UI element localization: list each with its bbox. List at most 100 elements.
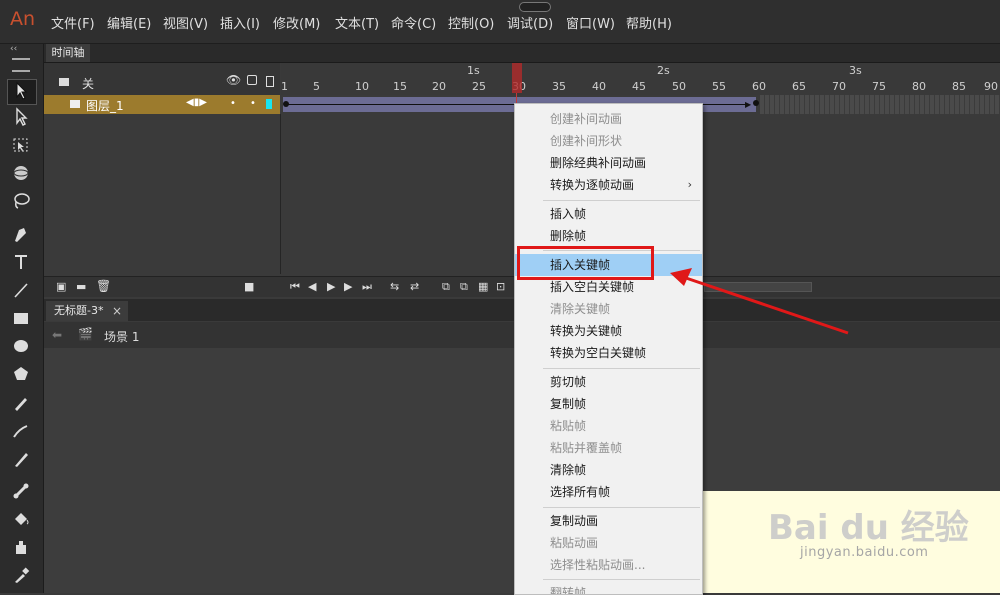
frame-ruler[interactable]: 1s 2s 3s 1 5 10 15 20 25 30 35 40 45 50 …: [281, 63, 1000, 95]
layer-lock-dot-icon[interactable]: •: [250, 98, 256, 109]
menu-item-remove-classic-tween[interactable]: 删除经典补间动画: [515, 152, 702, 174]
onion-skin-icon[interactable]: ⧉: [442, 280, 450, 294]
ruler-number: 10: [355, 80, 369, 93]
menu-item-insert-frame[interactable]: 插入帧: [515, 203, 702, 225]
selection-tool-icon[interactable]: [8, 80, 34, 102]
menu-text[interactable]: 文本(T): [335, 13, 379, 32]
back-arrow-icon[interactable]: ⬅: [52, 328, 62, 342]
watermark-url: jingyan.baidu.com: [800, 545, 929, 560]
eyedropper-tool-icon[interactable]: [8, 564, 34, 586]
outline-all-icon[interactable]: [266, 76, 274, 87]
ruler-second: 1s: [467, 64, 480, 77]
submenu-chevron-icon: ›: [687, 178, 692, 191]
layer-color-swatch[interactable]: [266, 99, 272, 109]
step-back-icon[interactable]: ◀: [308, 280, 316, 293]
menu-item-paste-frames[interactable]: 粘贴帧: [515, 415, 702, 437]
layer-name[interactable]: 图层_1: [86, 97, 124, 114]
onion-outline-icon[interactable]: ⧉: [460, 280, 468, 294]
empty-frames[interactable]: [760, 95, 1000, 114]
menu-item-convert-to-frame-by-frame[interactable]: 转换为逐帧动画: [515, 174, 702, 196]
collapse-panel-icon[interactable]: ‹‹: [10, 44, 17, 54]
ruler-number: 65: [792, 80, 806, 93]
pencil-tool-icon[interactable]: [8, 392, 34, 414]
timeline-zoom-slider[interactable]: [704, 282, 812, 292]
first-frame-icon[interactable]: ⏮: [290, 280, 300, 294]
panel-menu-icon[interactable]: [12, 58, 30, 72]
menu-control[interactable]: 控制(O): [448, 13, 494, 32]
free-transform-tool-icon[interactable]: [8, 134, 34, 156]
line-tool-icon[interactable]: [8, 279, 34, 301]
menu-insert[interactable]: 插入(I): [220, 13, 260, 32]
ruler-number: 45: [632, 80, 646, 93]
menu-help[interactable]: 帮助(H): [626, 13, 672, 32]
menu-debug[interactable]: 调试(D): [507, 13, 553, 32]
frame-context-menu: 创建补间动画 创建补间形状 删除经典补间动画 转换为逐帧动画 › 插入帧 删除帧…: [514, 103, 703, 595]
menu-window[interactable]: 窗口(W): [566, 13, 615, 32]
delete-layer-icon[interactable]: 🗑: [96, 279, 111, 293]
new-folder-icon[interactable]: ▬: [76, 280, 86, 293]
timeline-tab[interactable]: 时间轴: [46, 44, 90, 62]
layer-keyframe-nav-icon[interactable]: ◀▮▶: [186, 97, 207, 108]
ruler-number: 70: [832, 80, 846, 93]
menu-item-clear-frames[interactable]: 清除帧: [515, 459, 702, 481]
layer-visible-dot-icon[interactable]: •: [230, 98, 236, 109]
menu-item-reverse-frames[interactable]: 翻转帧: [515, 582, 702, 594]
menu-item-convert-to-blank-keyframes[interactable]: 转换为空白关键帧: [515, 342, 702, 364]
subselection-tool-icon[interactable]: [8, 106, 34, 128]
menu-item-cut-frames[interactable]: 剪切帧: [515, 371, 702, 393]
end-keyframe-dot[interactable]: [753, 100, 759, 106]
menu-item-remove-frames[interactable]: 删除帧: [515, 225, 702, 247]
play-icon[interactable]: ▶: [327, 280, 335, 293]
paint-brush-tool-icon[interactable]: [8, 420, 34, 442]
menu-item-convert-to-keyframes[interactable]: 转换为关键帧: [515, 320, 702, 342]
paint-bucket-tool-icon[interactable]: [8, 508, 34, 530]
document-tab[interactable]: 无标题-3* ×: [46, 301, 128, 321]
menu-separator: [543, 200, 700, 201]
lock-all-icon[interactable]: [247, 75, 257, 85]
ink-bottle-tool-icon[interactable]: [8, 536, 34, 558]
watermark-logo: Bai du 经验: [768, 508, 969, 548]
ruler-number: 20: [432, 80, 446, 93]
menu-item-select-all-frames[interactable]: 选择所有帧: [515, 481, 702, 503]
menu-edit[interactable]: 编辑(E): [107, 13, 151, 32]
scene-label[interactable]: 场景 1: [104, 328, 139, 345]
polystar-tool-icon[interactable]: [8, 363, 34, 385]
bone-tool-icon[interactable]: [8, 480, 34, 502]
window-drag-handle[interactable]: [519, 2, 551, 12]
menu-item-create-motion-tween[interactable]: 创建补间动画: [515, 108, 702, 130]
close-tab-icon[interactable]: ×: [112, 301, 122, 321]
brush-tool-icon[interactable]: [8, 448, 34, 470]
rectangle-tool-icon[interactable]: [8, 307, 34, 329]
ruler-number: 35: [552, 80, 566, 93]
step-forward-icon[interactable]: ▶: [344, 280, 352, 293]
menu-item-paste-motion[interactable]: 粘贴动画: [515, 532, 702, 554]
center-frame-icon[interactable]: ⇄: [410, 280, 419, 293]
loop-icon[interactable]: ⇆: [390, 280, 399, 293]
layer-row[interactable]: 图层_1 ◀▮▶ • •: [44, 95, 280, 114]
menu-item-paste-and-overwrite-frames[interactable]: 粘贴并覆盖帧: [515, 437, 702, 459]
oval-tool-icon[interactable]: [8, 335, 34, 357]
ruler-number: 25: [472, 80, 486, 93]
menu-item-copy-motion[interactable]: 复制动画: [515, 510, 702, 532]
menu-separator: [543, 368, 700, 369]
menu-commands[interactable]: 命令(C): [391, 13, 436, 32]
menu-item-paste-motion-special[interactable]: 选择性粘贴动画...: [515, 554, 702, 576]
text-tool-icon[interactable]: [8, 251, 34, 273]
menu-item-create-shape-tween[interactable]: 创建补间形状: [515, 130, 702, 152]
last-frame-icon[interactable]: ⏭: [362, 280, 372, 294]
menu-item-clear-keyframe[interactable]: 清除关键帧: [515, 298, 702, 320]
pen-tool-icon[interactable]: [8, 223, 34, 245]
modify-markers-icon[interactable]: ⊡: [496, 280, 505, 293]
edit-multiple-frames-icon[interactable]: ▦: [478, 280, 488, 293]
menu-modify[interactable]: 修改(M): [273, 13, 320, 32]
3d-rotation-tool-icon[interactable]: [8, 162, 34, 184]
menu-view[interactable]: 视图(V): [163, 13, 208, 32]
playhead[interactable]: [512, 63, 522, 93]
lasso-tool-icon[interactable]: [8, 190, 34, 212]
menu-file[interactable]: 文件(F): [51, 13, 95, 32]
menu-item-copy-frames[interactable]: 复制帧: [515, 393, 702, 415]
camera-icon[interactable]: ■: [244, 280, 254, 293]
ruler-number: 75: [872, 80, 886, 93]
show-hide-all-icon[interactable]: 👁: [226, 73, 241, 87]
new-layer-icon[interactable]: ▣: [56, 280, 66, 293]
